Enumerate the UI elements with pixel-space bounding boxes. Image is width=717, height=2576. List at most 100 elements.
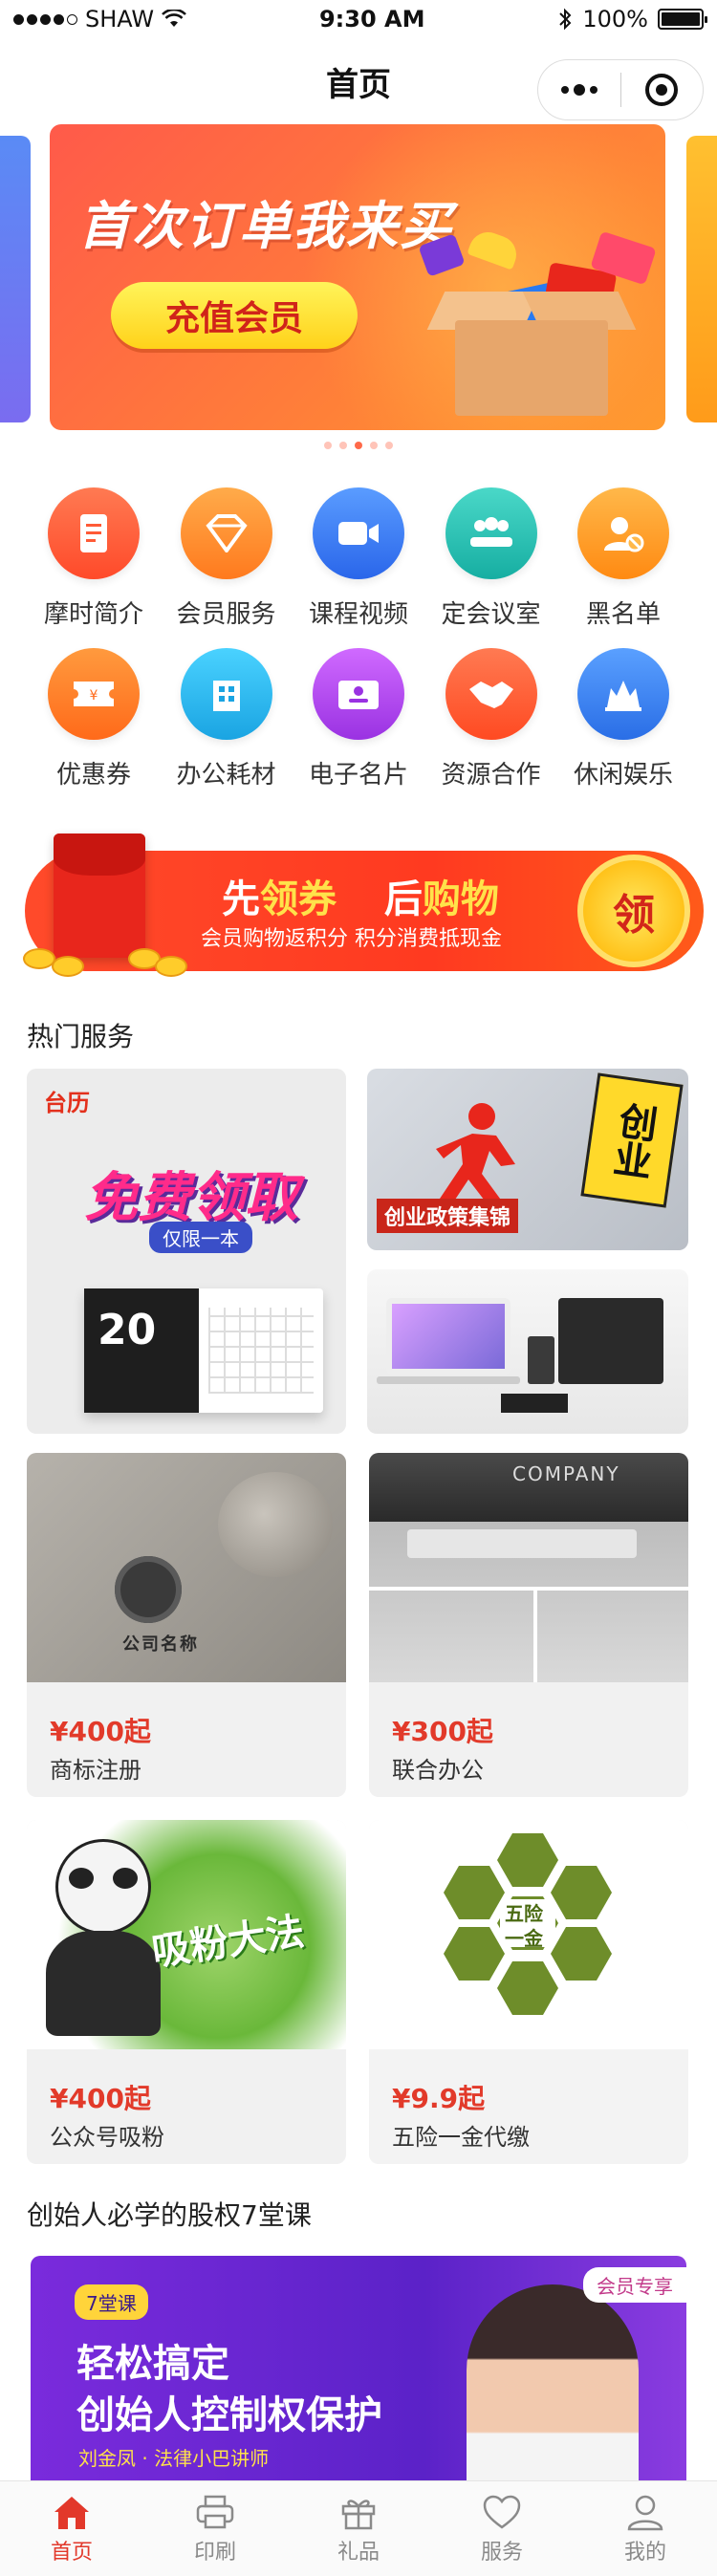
close-miniprogram-button[interactable] bbox=[621, 60, 704, 119]
clock-label: 9:30 AM bbox=[318, 6, 425, 32]
user-block-icon bbox=[577, 487, 669, 579]
indicator-dot-active[interactable] bbox=[355, 442, 362, 449]
feature-resource-cooperation[interactable]: 资源合作 bbox=[432, 648, 551, 809]
gift-icon bbox=[341, 2499, 376, 2529]
five-insurance-label: 五险 bbox=[505, 1902, 543, 1925]
feature-blacklist[interactable]: 黑名单 bbox=[564, 487, 683, 648]
course-banner[interactable]: 7堂课 轻松搞定 创始人控制权保护 刘金凤 · 法律小巴讲师 会员专享 bbox=[31, 2256, 686, 2495]
gold-coin-icon bbox=[52, 956, 84, 977]
feature-label: 休闲娱乐 bbox=[573, 761, 673, 790]
carrier-label: SHAW bbox=[85, 6, 155, 32]
coupon-banner[interactable]: 先领券 后购物 会员购物返积分 积分消费抵现金 领 bbox=[13, 833, 704, 986]
feature-member-service[interactable]: 会员服务 bbox=[167, 487, 286, 648]
home-icon bbox=[54, 2496, 89, 2529]
feature-grid-row: ¥ 优惠券 办公耗材 电子名片 资源合作 休闲娱乐 bbox=[0, 648, 717, 809]
home-page: SHAW 9:30 AM 100% 首页 首次订单我来买 充值会员 摩时简介 会… bbox=[0, 0, 717, 2576]
recharge-member-button[interactable]: 充值会员 bbox=[111, 282, 358, 349]
service-name: 联合办公 bbox=[392, 1757, 484, 1784]
banner-carousel[interactable]: 首次订单我来买 充值会员 bbox=[0, 124, 717, 449]
coworking-photo bbox=[369, 1453, 688, 1682]
bottom-tab-bar: 首页 印刷 礼品 服务 我的 bbox=[0, 2480, 717, 2576]
gift-box-illustration bbox=[426, 292, 637, 416]
red-envelope-icon bbox=[54, 833, 145, 958]
hot-services-title: 热门服务 bbox=[27, 1021, 135, 1052]
course-headline-2: 创始人控制权保护 bbox=[76, 2393, 382, 2437]
free-claim-headline: 免费领取 bbox=[84, 1167, 298, 1229]
handshake-icon bbox=[445, 648, 537, 740]
claim-coupon-button[interactable]: 领 bbox=[577, 855, 690, 967]
meeting-people-icon bbox=[445, 487, 537, 579]
gold-coin-icon bbox=[155, 956, 187, 977]
startup-sign: 创业 bbox=[580, 1072, 684, 1208]
tab-label: 印刷 bbox=[193, 2540, 236, 2565]
indicator-dot[interactable] bbox=[324, 442, 332, 449]
page-title: 首页 bbox=[326, 65, 391, 104]
svg-text:¥: ¥ bbox=[90, 688, 98, 704]
indicator-dot[interactable] bbox=[370, 442, 378, 449]
photo-divider bbox=[369, 1587, 688, 1591]
service-card-trademark[interactable]: 公司名称 ¥400起 商标注册 bbox=[27, 1453, 346, 1797]
tab-mine[interactable]: 我的 bbox=[574, 2481, 717, 2576]
tab-print[interactable]: 印刷 bbox=[143, 2481, 287, 2576]
laptop-base bbox=[377, 1376, 520, 1384]
service-name: 五险一金代缴 bbox=[392, 2124, 530, 2151]
status-bar: SHAW 9:30 AM 100% bbox=[0, 0, 717, 38]
diamond-icon bbox=[180, 487, 272, 579]
indicator-dot[interactable] bbox=[339, 442, 347, 449]
feature-business-card[interactable]: 电子名片 bbox=[299, 648, 418, 809]
tab-gifts[interactable]: 礼品 bbox=[287, 2481, 430, 2576]
presenter-portrait bbox=[467, 2284, 639, 2495]
previous-slide-peek[interactable] bbox=[0, 136, 31, 422]
service-price: ¥300起 bbox=[392, 1716, 493, 1747]
feature-grid: 摩时简介 会员服务 课程视频 定会议室 黑名单 ¥ 优惠券 办公耗材 电子名片 … bbox=[0, 487, 717, 809]
calendar-tag: 台历 bbox=[44, 1090, 90, 1116]
more-button[interactable] bbox=[538, 60, 620, 119]
service-price: ¥400起 bbox=[50, 2083, 151, 2114]
feature-meeting-room[interactable]: 定会议室 bbox=[432, 487, 551, 648]
coupon-title: 先领券 后购物 bbox=[222, 877, 499, 921]
feature-label: 课程视频 bbox=[308, 600, 408, 629]
course-presenter: 刘金凤 · 法律小巴讲师 bbox=[78, 2447, 270, 2470]
status-left: SHAW bbox=[13, 6, 187, 32]
laptop-illustration bbox=[386, 1298, 511, 1375]
more-dots-icon bbox=[560, 84, 598, 96]
tab-services[interactable]: 服务 bbox=[430, 2481, 574, 2576]
office-supplies-card[interactable] bbox=[367, 1269, 688, 1434]
file-organizer-illustration bbox=[558, 1298, 663, 1384]
service-name: 公众号吸粉 bbox=[50, 2124, 164, 2151]
stone-seal-illustration bbox=[218, 1472, 333, 1577]
target-icon bbox=[645, 74, 679, 106]
feature-course-video[interactable]: 课程视频 bbox=[299, 487, 418, 648]
feature-label: 优惠券 bbox=[55, 761, 131, 790]
tab-label: 我的 bbox=[623, 2540, 666, 2565]
id-card-icon bbox=[313, 648, 404, 740]
feature-company-intro[interactable]: 摩时简介 bbox=[34, 487, 153, 648]
indicator-dot[interactable] bbox=[385, 442, 393, 449]
feature-label: 黑名单 bbox=[585, 600, 661, 629]
banner-slide[interactable]: 首次订单我来买 充值会员 bbox=[50, 124, 665, 430]
company-logo-text: 公司名称 bbox=[122, 1634, 199, 1655]
calendar-promo-card[interactable]: 台历 免费领取 仅限一本 20 bbox=[27, 1069, 346, 1434]
service-card-coworking[interactable]: COMPANY ¥300起 联合办公 bbox=[369, 1453, 688, 1797]
tab-home[interactable]: 首页 bbox=[0, 2481, 143, 2576]
service-card-followers[interactable]: 吸粉大法 ¥400起 公众号吸粉 bbox=[27, 1820, 346, 2164]
wifi-icon bbox=[162, 10, 187, 27]
limit-one-badge: 仅限一本 bbox=[149, 1222, 252, 1253]
chess-icon bbox=[577, 648, 669, 740]
office-building-icon bbox=[180, 648, 272, 740]
service-price: ¥9.9起 bbox=[392, 2083, 486, 2114]
running-figure-icon bbox=[436, 1103, 515, 1204]
next-slide-peek[interactable] bbox=[686, 136, 717, 422]
feature-label: 资源合作 bbox=[441, 761, 541, 790]
panda-illustration bbox=[46, 1839, 161, 2036]
feature-coupons[interactable]: ¥ 优惠券 bbox=[34, 648, 153, 809]
course-count-chip: 7堂课 bbox=[75, 2284, 148, 2320]
gold-coin-icon bbox=[23, 948, 55, 969]
startup-policy-card[interactable]: 创业 创业政策集锦 bbox=[367, 1069, 688, 1250]
feature-office-supplies[interactable]: 办公耗材 bbox=[167, 648, 286, 809]
course-section-title: 创始人必学的股权7堂课 bbox=[27, 2199, 312, 2231]
tab-label: 首页 bbox=[50, 2540, 93, 2565]
user-icon bbox=[627, 2495, 663, 2530]
service-card-social-insurance[interactable]: 五险 一金 ¥9.9起 五险一金代缴 bbox=[369, 1820, 688, 2164]
feature-leisure[interactable]: 休闲娱乐 bbox=[564, 648, 683, 809]
